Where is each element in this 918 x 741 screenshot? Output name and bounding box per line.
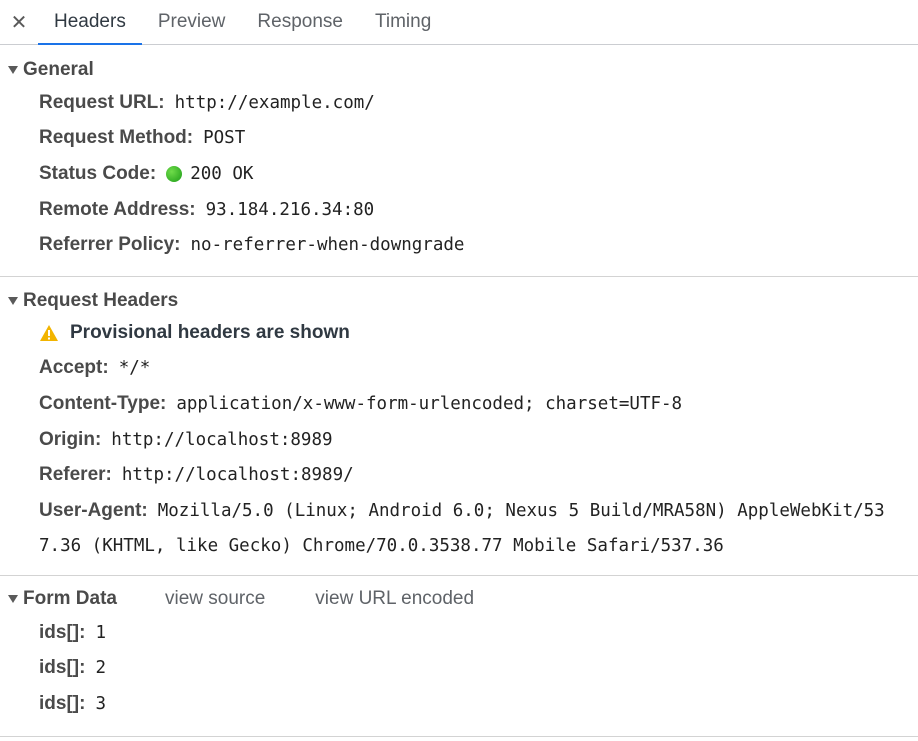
- header-key: Status Code:: [39, 162, 157, 184]
- form-data-row: ids[]: 1: [39, 615, 918, 651]
- general-body: Request URL: http://example.com/ Request…: [0, 81, 918, 263]
- header-value: application/x-www-form-urlencoded; chars…: [176, 393, 683, 414]
- header-value: 200 OK: [190, 163, 254, 184]
- header-key: Origin:: [39, 428, 102, 450]
- general-section: General Request URL: http://example.com/…: [0, 45, 918, 277]
- close-icon[interactable]: ✕: [0, 0, 38, 44]
- form-data-row: ids[]: 2: [39, 651, 918, 687]
- request-url-row: Request URL: http://example.com/: [39, 85, 918, 121]
- form-data-section: Form Data view source view URL encoded i…: [0, 576, 918, 737]
- request-headers-section: Request Headers Provisional headers are …: [0, 277, 918, 576]
- accept-row: Accept: */*: [39, 351, 918, 387]
- header-value: Mozilla/5.0 (Linux; Android 6.0; Nexus 5…: [157, 500, 885, 521]
- user-agent-row: User-Agent: Mozilla/5.0 (Linux; Android …: [39, 493, 918, 564]
- collapse-triangle-icon: [8, 297, 18, 305]
- request-headers-title: Request Headers: [23, 290, 179, 311]
- request-headers-body: Provisional headers are shown Accept: */…: [0, 312, 918, 564]
- form-value: 1: [95, 622, 106, 643]
- header-key: Content-Type:: [39, 392, 167, 414]
- header-key: User-Agent:: [39, 499, 148, 521]
- general-title: General: [23, 59, 94, 80]
- form-key: ids[]:: [39, 692, 86, 714]
- general-header[interactable]: General: [0, 59, 918, 81]
- header-key: Request URL:: [39, 91, 165, 113]
- header-value: http://example.com/: [174, 92, 375, 113]
- header-value: http://localhost:8989: [111, 429, 333, 450]
- tab-bar: ✕ Headers Preview Response Timing: [0, 0, 918, 45]
- header-key: Referer:: [39, 464, 112, 486]
- header-value-continued: 7.36 (KHTML, like Gecko) Chrome/70.0.353…: [39, 536, 724, 557]
- header-value: 93.184.216.34:80: [205, 199, 375, 220]
- request-method-row: Request Method: POST: [39, 121, 918, 157]
- warning-icon: [40, 324, 58, 341]
- header-value: POST: [203, 128, 246, 149]
- remote-address-row: Remote Address: 93.184.216.34:80: [39, 192, 918, 228]
- tab-headers[interactable]: Headers: [38, 0, 142, 45]
- collapse-triangle-icon: [8, 595, 18, 603]
- warning-text: Provisional headers are shown: [70, 321, 350, 343]
- request-headers-header[interactable]: Request Headers: [0, 290, 918, 312]
- header-value: http://localhost:8989/: [121, 465, 354, 486]
- form-key: ids[]:: [39, 621, 86, 643]
- header-key: Accept:: [39, 357, 109, 379]
- form-data-row: ids[]: 3: [39, 686, 918, 722]
- form-data-title: Form Data: [23, 588, 117, 609]
- referer-row: Referer: http://localhost:8989/: [39, 457, 918, 493]
- referrer-policy-row: Referrer Policy: no-referrer-when-downgr…: [39, 227, 918, 263]
- header-value: */*: [118, 358, 151, 379]
- header-key: Remote Address:: [39, 198, 196, 220]
- view-source-link[interactable]: view source: [165, 588, 265, 610]
- form-value: 2: [95, 658, 106, 679]
- origin-row: Origin: http://localhost:8989: [39, 422, 918, 458]
- tab-preview[interactable]: Preview: [142, 0, 242, 44]
- header-value: no-referrer-when-downgrade: [190, 235, 465, 256]
- provisional-warning: Provisional headers are shown: [39, 315, 918, 351]
- status-dot-icon: [166, 165, 183, 182]
- tab-response[interactable]: Response: [241, 0, 359, 44]
- form-data-body: ids[]: 1 ids[]: 2 ids[]: 3: [0, 610, 918, 722]
- header-key: Referrer Policy:: [39, 234, 181, 256]
- header-key: Request Method:: [39, 127, 194, 149]
- form-value: 3: [95, 693, 106, 714]
- collapse-triangle-icon: [8, 66, 18, 74]
- content-type-row: Content-Type: application/x-www-form-url…: [39, 386, 918, 422]
- view-url-encoded-link[interactable]: view URL encoded: [315, 588, 474, 610]
- status-code-row: Status Code: 200 OK: [39, 156, 918, 192]
- form-data-header[interactable]: Form Data view source view URL encoded: [0, 588, 918, 610]
- form-key: ids[]:: [39, 657, 86, 679]
- tab-timing[interactable]: Timing: [359, 0, 447, 44]
